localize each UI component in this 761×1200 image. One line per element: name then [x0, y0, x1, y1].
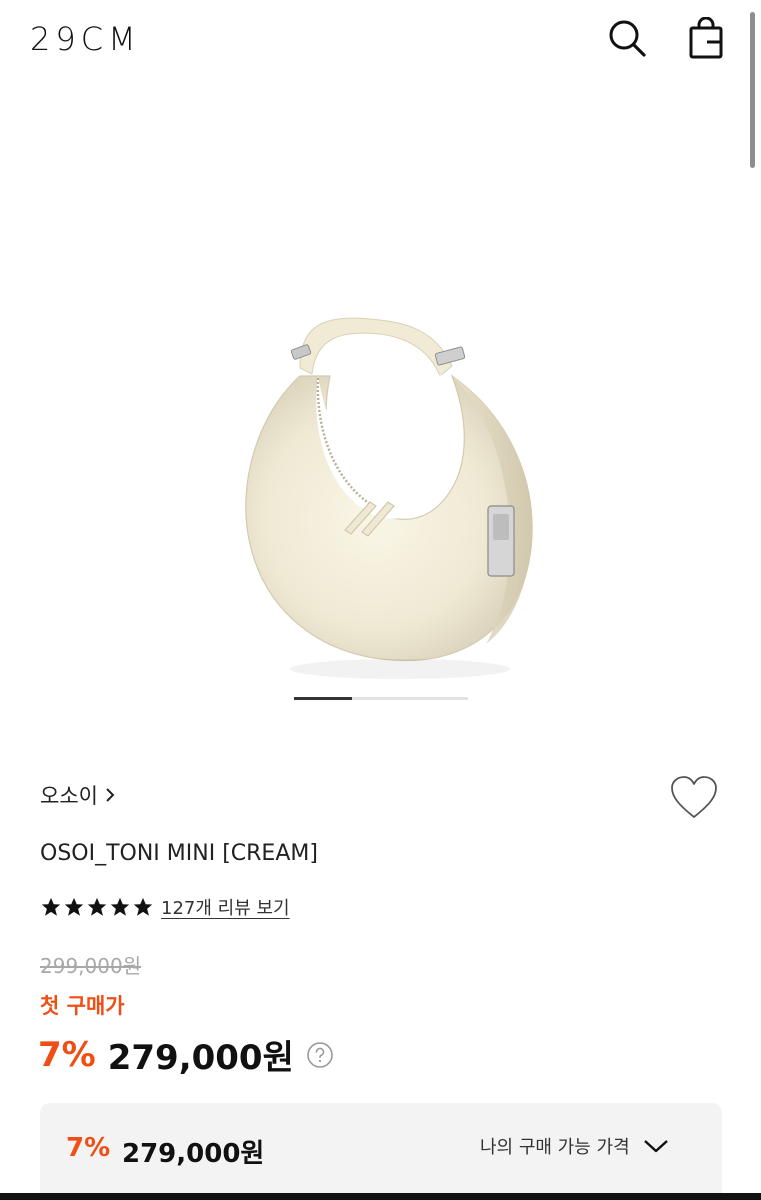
brand-link[interactable]: 오소이 [40, 780, 116, 810]
search-icon [609, 20, 646, 57]
logo[interactable]: 29CM [30, 20, 141, 58]
question-circle-icon [307, 1041, 333, 1068]
my-price-label: 나의 구매 가능 가격 [480, 1137, 630, 1158]
star-icon [132, 896, 154, 918]
gallery-indicator-active [294, 697, 352, 700]
chevron-down-icon [642, 1137, 670, 1155]
price-summary-panel[interactable]: 7% 279,000원 나의 구매 가능 가격 [40, 1103, 722, 1200]
panel-discount-rate: 7% [66, 1133, 111, 1163]
brand-name: 오소이 [40, 784, 98, 808]
sale-price: 279,000원 [107, 1038, 294, 1078]
rating-row: 127개 리뷰 보기 [40, 894, 290, 920]
star-icon [86, 896, 108, 918]
product-name: OSOI_TONI MINI [CREAM] [40, 841, 318, 866]
product-image-gallery[interactable] [0, 84, 761, 714]
search-button[interactable] [603, 14, 651, 62]
price-row: 7% 279,000원 [38, 1030, 334, 1079]
bottom-edge-bar [0, 1193, 761, 1200]
chevron-right-icon [104, 785, 116, 805]
shopping-bag-icon [689, 17, 723, 59]
heart-outline-icon [671, 776, 717, 818]
price-info-button[interactable] [306, 1041, 334, 1069]
panel-price: 279,000원 [122, 1139, 265, 1169]
gallery-indicator-track [352, 697, 468, 700]
my-price-toggle[interactable]: 나의 구매 가능 가격 [480, 1133, 670, 1159]
star-icon [109, 896, 131, 918]
wishlist-button[interactable] [668, 772, 720, 824]
original-price: 299,000원 [40, 954, 142, 978]
discount-rate: 7% [38, 1034, 96, 1075]
product-image [245, 317, 533, 679]
star-icon [40, 896, 62, 918]
top-header: 29CM [0, 0, 761, 84]
review-link[interactable]: 127개 리뷰 보기 [161, 894, 290, 920]
shopping-bag-button[interactable] [682, 14, 730, 62]
star-icon [63, 896, 85, 918]
first-purchase-label: 첫 구매가 [40, 994, 125, 1018]
